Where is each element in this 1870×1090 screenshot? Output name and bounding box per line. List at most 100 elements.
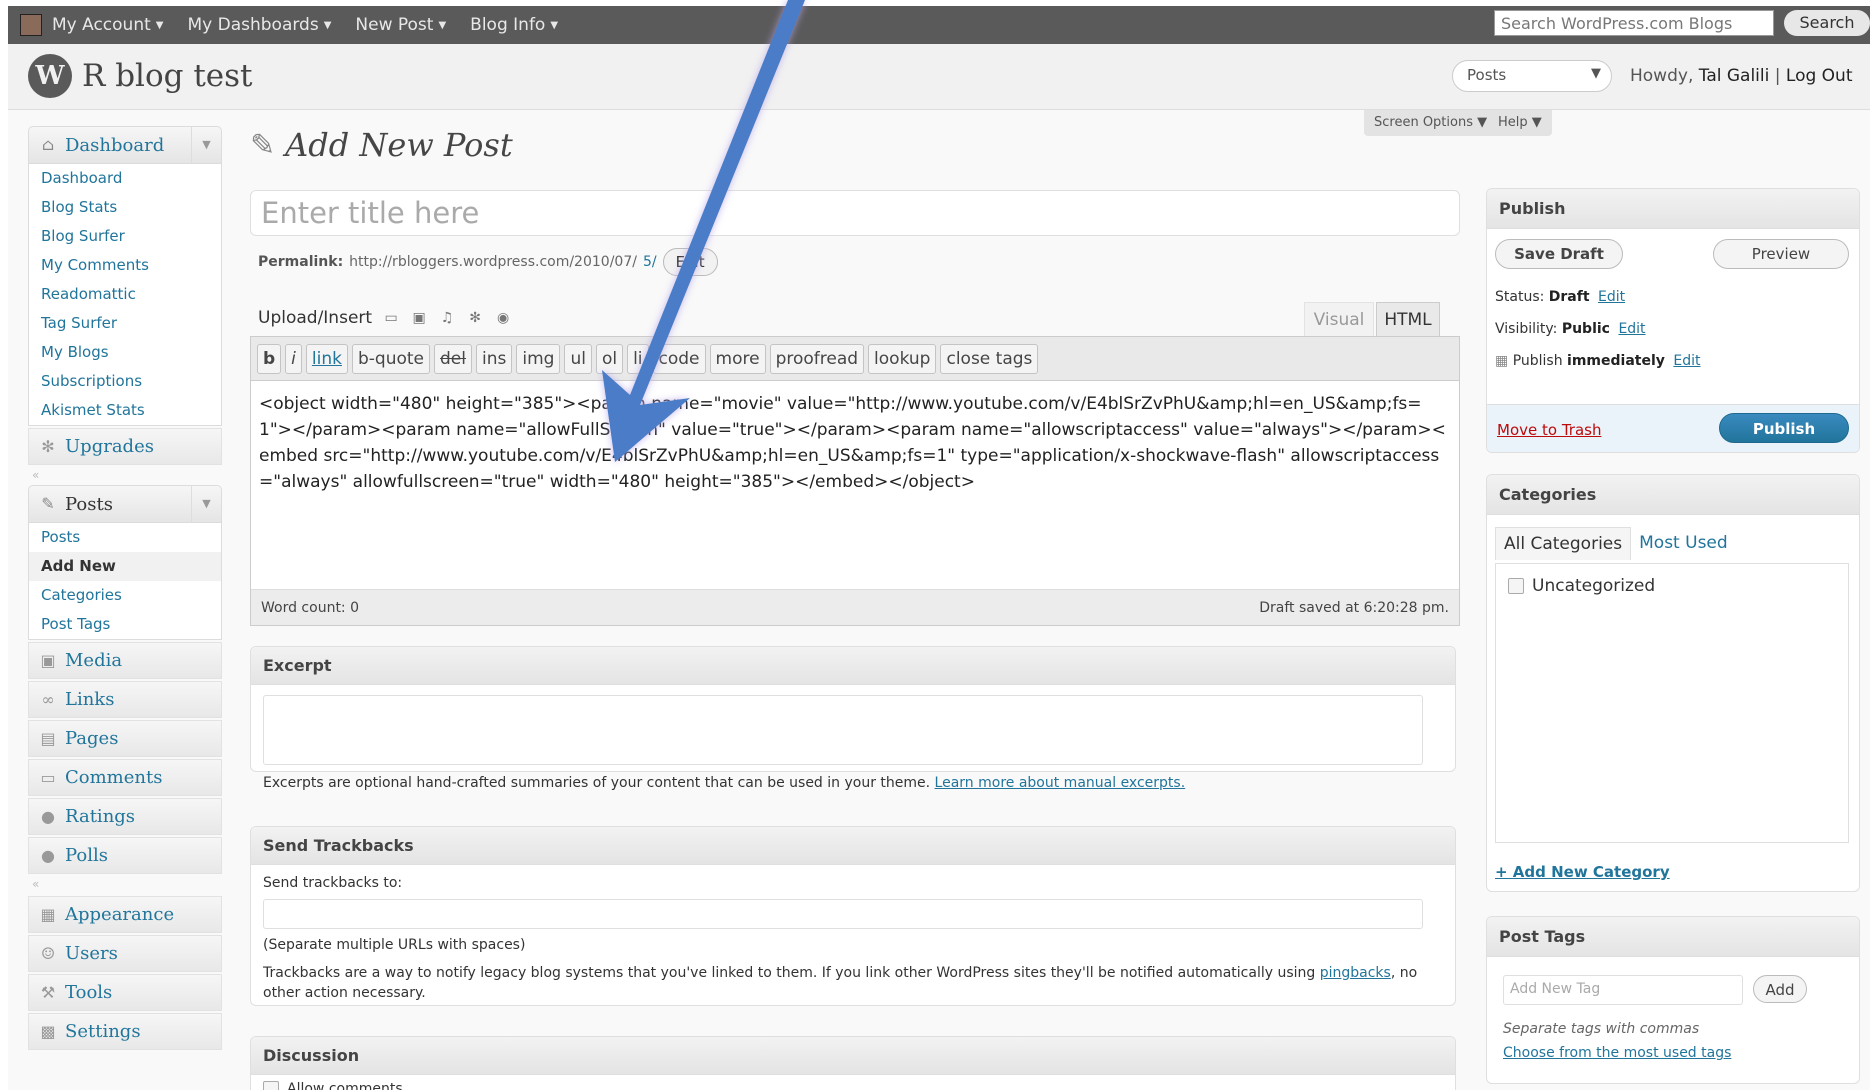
sidebar-item-comments[interactable]: ▭ Comments <box>28 759 222 796</box>
category-checkbox[interactable] <box>1508 578 1524 594</box>
tab-all-categories[interactable]: All Categories <box>1495 527 1632 560</box>
categories-title[interactable]: Categories <box>1487 475 1859 515</box>
sidebar-item-my-comments[interactable]: My Comments <box>29 251 221 280</box>
pingbacks-link[interactable]: pingbacks <box>1320 965 1391 981</box>
sidebar-item-upgrades[interactable]: ✻ Upgrades <box>28 428 222 465</box>
sidebar-item-akismet-stats[interactable]: Akismet Stats <box>29 396 221 425</box>
tab-html[interactable]: HTML <box>1376 302 1440 336</box>
qt-img-button[interactable]: img <box>516 343 561 374</box>
sidebar-item-ratings[interactable]: ● Ratings <box>28 798 222 835</box>
collapse-toggle-icon[interactable]: ▼ <box>191 127 221 163</box>
wp-admin-window: My Account ▼ My Dashboards ▼ New Post ▼ Blo… <box>8 6 1870 1090</box>
qt-italic-button[interactable]: i <box>285 343 302 374</box>
upload-insert-bar: Upload/Insert ▭ ▣ ♫ ✻ ◉ <box>258 308 512 328</box>
publish-button[interactable]: Publish <box>1719 413 1849 443</box>
excerpt-learn-more-link[interactable]: Learn more about manual excerpts. <box>935 775 1186 791</box>
menu-my-account[interactable]: My Account ▼ <box>52 15 163 35</box>
publish-title[interactable]: Publish <box>1487 189 1859 229</box>
sidebar-item-my-blogs[interactable]: My Blogs <box>29 338 221 367</box>
sidebar-item-settings[interactable]: ▩ Settings <box>28 1013 222 1050</box>
excerpt-textarea[interactable] <box>263 695 1423 765</box>
users-icon: ☺ <box>40 943 56 963</box>
favorite-actions-select[interactable]: Posts ▼ <box>1452 60 1612 92</box>
qt-ol-button[interactable]: ol <box>595 343 624 374</box>
blog-name[interactable]: R blog test <box>82 58 253 94</box>
allow-comments-checkbox[interactable] <box>263 1081 279 1090</box>
add-new-category-link[interactable]: + Add New Category <box>1495 863 1670 881</box>
add-audio-icon[interactable]: ♫ <box>438 310 456 326</box>
choose-most-used-tags-link[interactable]: Choose from the most used tags <box>1503 1045 1731 1061</box>
save-draft-button[interactable]: Save Draft <box>1495 239 1623 269</box>
screen-options-tab[interactable]: Screen Options ▼ <box>1364 110 1498 136</box>
qt-ins-button[interactable]: ins <box>476 343 513 374</box>
tab-visual[interactable]: Visual <box>1304 302 1374 336</box>
qt-ul-button[interactable]: ul <box>564 343 592 374</box>
permalink-edit-button[interactable]: Edit <box>662 248 718 276</box>
move-to-trash-link[interactable]: Move to Trash <box>1497 421 1601 439</box>
qt-bold-button[interactable]: b <box>257 343 282 374</box>
category-item[interactable]: Uncategorized <box>1508 576 1655 596</box>
sidebar-item-users[interactable]: ☺ Users <box>28 935 222 972</box>
post-content-textarea[interactable]: <object width="480" height="385"><param … <box>251 381 1459 581</box>
sidebar-item-media[interactable]: ▣ Media <box>28 642 222 679</box>
sidebar-item-posts[interactable]: Posts <box>29 523 221 552</box>
user-avatar[interactable] <box>20 14 42 36</box>
post-tags-title[interactable]: Post Tags <box>1487 917 1859 957</box>
qt-bquote-button[interactable]: b-quote <box>351 343 431 374</box>
user-name-link[interactable]: Tal Galili <box>1699 66 1770 86</box>
tab-most-used[interactable]: Most Used <box>1631 527 1736 560</box>
sidebar-item-tools[interactable]: ⚒ Tools <box>28 974 222 1011</box>
add-poll-icon[interactable]: ◉ <box>494 310 512 326</box>
collapse-toggle-icon[interactable]: ▼ <box>191 486 221 522</box>
sidebar-item-appearance[interactable]: ▦ Appearance <box>28 896 222 933</box>
qt-more-button[interactable]: more <box>709 343 766 374</box>
add-video-icon[interactable]: ▣ <box>410 310 428 326</box>
menu-blog-info[interactable]: Blog Info ▼ <box>470 15 558 35</box>
excerpt-title[interactable]: Excerpt <box>251 647 1455 685</box>
dashboard-submenu: Dashboard Blog Stats Blog Surfer My Comm… <box>28 164 222 426</box>
visibility-edit-link[interactable]: Edit <box>1618 321 1645 337</box>
trackbacks-title[interactable]: Send Trackbacks <box>251 827 1455 865</box>
schedule-edit-link[interactable]: Edit <box>1673 353 1700 369</box>
discussion-title[interactable]: Discussion <box>251 1037 1455 1075</box>
preview-button[interactable]: Preview <box>1713 239 1849 269</box>
sidebar-item-subscriptions[interactable]: Subscriptions <box>29 367 221 396</box>
status-edit-link[interactable]: Edit <box>1598 289 1625 305</box>
qt-link-button[interactable]: link <box>305 343 348 374</box>
menu-new-post[interactable]: New Post ▼ <box>355 15 446 35</box>
qt-lookup-button[interactable]: lookup <box>868 343 937 374</box>
add-image-icon[interactable]: ▭ <box>382 310 400 326</box>
sidebar-item-tag-surfer[interactable]: Tag Surfer <box>29 309 221 338</box>
trackbacks-input[interactable] <box>263 899 1423 929</box>
discussion-inner: Allow comments <box>251 1075 1455 1090</box>
sidebar-item-links[interactable]: ∞ Links <box>28 681 222 718</box>
sidebar-posts-header[interactable]: ✎ Posts ▼ <box>28 485 222 523</box>
menu-my-dashboards[interactable]: My Dashboards ▼ <box>187 15 331 35</box>
sidebar-item-categories[interactable]: Categories <box>29 581 221 610</box>
qt-code-button[interactable]: code <box>652 343 706 374</box>
sidebar-item-dashboard[interactable]: Dashboard <box>29 164 221 193</box>
post-title-input[interactable]: Enter title here <box>250 190 1460 236</box>
add-media-icon[interactable]: ✻ <box>466 310 484 326</box>
qt-close-tags-button[interactable]: close tags <box>940 343 1039 374</box>
add-tag-button[interactable]: Add <box>1753 975 1807 1003</box>
logout-link[interactable]: Log Out <box>1786 66 1853 86</box>
sidebar-dashboard-header[interactable]: ⌂ Dashboard ▼ <box>28 126 222 164</box>
sidebar-item-post-tags[interactable]: Post Tags <box>29 610 221 639</box>
separator: | <box>1774 66 1781 86</box>
sidebar-item-readomattic[interactable]: Readomattic <box>29 280 221 309</box>
sidebar-item-add-new[interactable]: Add New <box>29 552 221 581</box>
qt-del-button[interactable]: del <box>434 343 472 374</box>
sidebar-item-polls[interactable]: ● Polls <box>28 837 222 874</box>
sidebar-item-blog-stats[interactable]: Blog Stats <box>29 193 221 222</box>
sidebar-item-pages[interactable]: ▤ Pages <box>28 720 222 757</box>
qt-li-button[interactable]: li <box>627 343 649 374</box>
search-button[interactable]: Search <box>1784 10 1870 36</box>
qt-proofread-button[interactable]: proofread <box>769 343 865 374</box>
trackbacks-label: Send trackbacks to: <box>263 875 403 891</box>
upload-insert-label: Upload/Insert <box>258 308 373 328</box>
sidebar-item-blog-surfer[interactable]: Blog Surfer <box>29 222 221 251</box>
blog-search-input[interactable]: Search WordPress.com Blogs <box>1494 10 1774 36</box>
help-tab[interactable]: Help ▼ <box>1488 110 1552 136</box>
new-tag-input[interactable]: Add New Tag <box>1503 975 1743 1005</box>
